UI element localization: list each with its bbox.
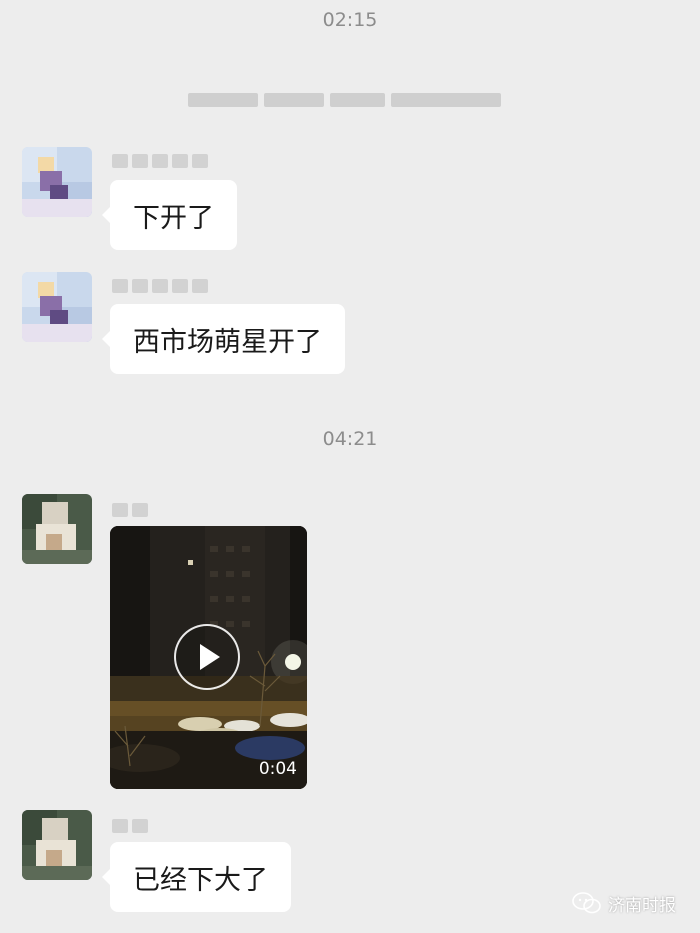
play-icon (200, 644, 220, 670)
wechat-logo-icon (572, 892, 601, 914)
avatar[interactable] (22, 272, 92, 342)
video-duration: 0:04 (258, 759, 297, 779)
message-text: 下开了 (133, 202, 214, 234)
recall-notice-blurred (188, 90, 513, 110)
timestamp: 02:15 (322, 9, 378, 31)
sender-name-blurred (112, 818, 148, 834)
play-button[interactable] (174, 624, 240, 690)
avatar[interactable] (22, 147, 92, 217)
message-bubble[interactable]: 下开了 (102, 180, 237, 250)
watermark: 济南时报 (572, 890, 676, 916)
sender-name-blurred (112, 278, 208, 294)
message-text: 西市场萌星开了 (133, 326, 322, 358)
message-text: 已经下大了 (133, 864, 268, 896)
video-message[interactable]: 0:04 (110, 526, 307, 789)
sender-name-blurred (112, 153, 208, 169)
avatar[interactable] (22, 494, 92, 564)
sender-name-blurred (112, 502, 148, 518)
timestamp: 04:21 (322, 428, 378, 450)
message-bubble[interactable]: 西市场萌星开了 (102, 304, 345, 374)
avatar[interactable] (22, 810, 92, 880)
message-bubble[interactable]: 已经下大了 (102, 842, 291, 912)
watermark-text: 济南时报 (608, 895, 676, 916)
